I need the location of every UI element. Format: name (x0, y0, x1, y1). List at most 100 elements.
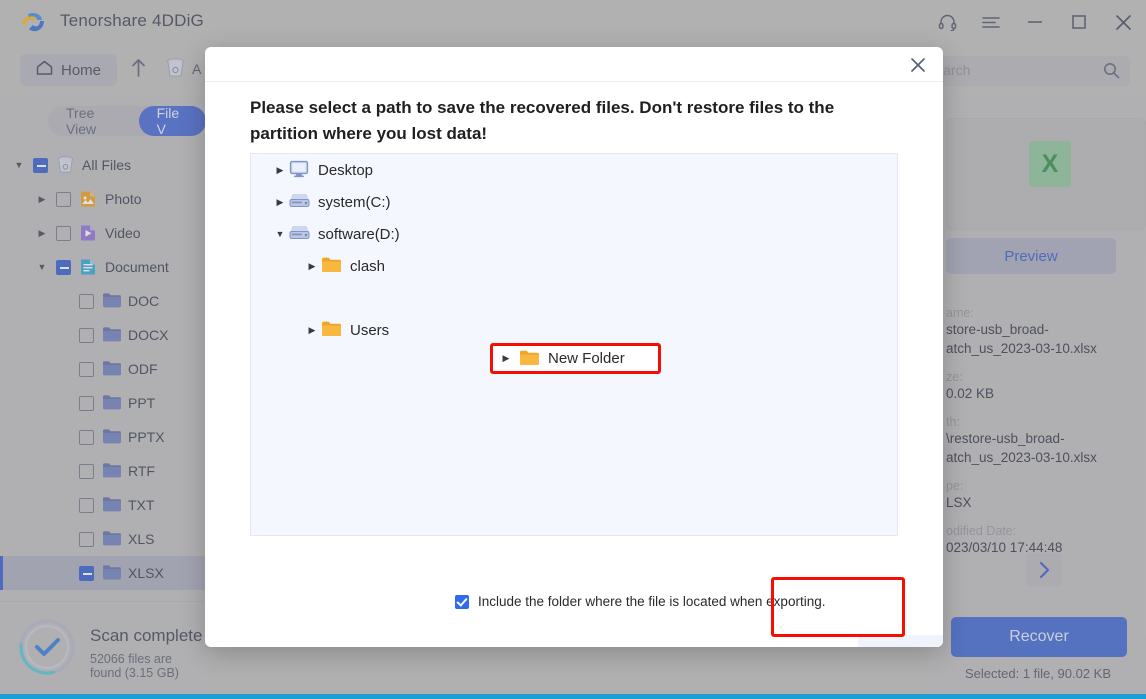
sidebar-item-label: XLS (128, 531, 155, 547)
sidebar-item-txt[interactable]: TXT (0, 488, 206, 522)
caret-down-icon[interactable]: ▼ (271, 229, 289, 239)
dialog-tree-item-software-d-[interactable]: ▼ software(D:) (251, 218, 897, 250)
close-icon[interactable] (1108, 7, 1138, 37)
caret-right-icon[interactable]: ▶ (271, 197, 289, 208)
recycle-bin-icon[interactable] (166, 58, 185, 83)
sidebar-item-all-files[interactable]: ▼ All Files (0, 148, 206, 182)
chevron-right-icon[interactable] (1026, 553, 1062, 587)
scan-status-subtitle: 52066 files are found (3.15 GB) (90, 652, 179, 680)
caret-right-icon[interactable]: ▶ (271, 165, 289, 176)
dialog-close-icon[interactable] (905, 53, 931, 77)
support-headset-icon[interactable] (932, 7, 962, 37)
caret-right-icon[interactable]: ▶ (303, 325, 321, 336)
folder-icon (321, 256, 345, 276)
metadata-value: LSX (946, 495, 972, 510)
caret-down-icon[interactable]: ▼ (35, 262, 49, 272)
sidebar-item-photo[interactable]: ▶ Photo (0, 182, 206, 216)
checkbox[interactable] (79, 565, 94, 581)
document-icon (79, 258, 99, 276)
caret-down-icon[interactable]: ▼ (12, 160, 26, 170)
sidebar-item-xls[interactable]: XLS (0, 522, 206, 556)
toolbar-truncated-label: A (192, 61, 202, 77)
sidebar-item-ppt[interactable]: PPT (0, 386, 206, 420)
selection-summary: Selected: 1 file, 90.02 KB (965, 666, 1111, 681)
checkbox[interactable] (79, 395, 94, 411)
checkbox[interactable] (79, 531, 94, 547)
checkbox[interactable] (79, 361, 94, 377)
metadata-value: 0.02 KB (946, 386, 995, 401)
checkbox[interactable] (79, 327, 94, 343)
home-button[interactable]: Home (20, 54, 118, 86)
dialog-header (205, 47, 943, 82)
window-controls (932, 6, 1138, 38)
include-folder-checkbox-row[interactable]: Include the folder where the file is loc… (455, 594, 825, 609)
sidebar-item-label: Document (105, 259, 169, 275)
folder-icon (519, 349, 543, 369)
sidebar-item-pptx[interactable]: PPTX (0, 420, 206, 454)
scan-complete-icon (18, 618, 76, 676)
dialog-tree-item-users[interactable]: ▶ Users (251, 314, 897, 346)
caret-right-icon[interactable]: ▶ (35, 228, 49, 239)
home-label: Home (61, 61, 102, 79)
sidebar-item-document[interactable]: ▼ Document (0, 250, 206, 284)
metadata-key: th: (946, 415, 960, 429)
include-folder-checkbox[interactable] (455, 594, 469, 609)
metadata-value: store-usb_broad-atch_us_2023-03-10.xlsx (946, 322, 1097, 356)
sidebar-item-label: ODF (128, 361, 158, 377)
sidebar-item-odf[interactable]: ODF (0, 352, 206, 386)
folder-icon (102, 462, 122, 480)
sidebar-item-video[interactable]: ▶ Video (0, 216, 206, 250)
drive-icon (289, 192, 313, 212)
sidebar-item-label: Video (105, 225, 141, 241)
checkbox[interactable] (33, 157, 48, 173)
view-tabs: Tree View File V (48, 105, 206, 137)
sidebar: Tree View File V ▼ All Files ▶ Photo ▶ Video ▼… (0, 94, 206, 601)
dialog-tree-item-system-c-[interactable]: ▶ system(C:) (251, 186, 897, 218)
sidebar-item-label: RTF (128, 463, 155, 479)
sidebar-item-label: Photo (105, 191, 142, 207)
dialog-tree-item-clash[interactable]: ▶ clash (251, 250, 897, 282)
metadata-key: ame: (946, 306, 974, 320)
bottom-accent-strip (0, 694, 1146, 699)
sidebar-item-rtf[interactable]: RTF (0, 454, 206, 488)
file-metadata-list: ame: store-usb_broad-atch_us_2023-03-10.x… (946, 294, 1146, 557)
checkbox[interactable] (56, 225, 71, 241)
dialog-tree-label: system(C:) (318, 193, 391, 211)
caret-right-icon[interactable]: ▶ (35, 194, 49, 205)
checkbox[interactable] (79, 293, 94, 309)
folder-icon (102, 564, 122, 582)
selected-folder-highlight[interactable]: ▶ New Folder (490, 343, 661, 374)
sidebar-item-doc[interactable]: DOC (0, 284, 206, 318)
checkbox[interactable] (56, 259, 71, 275)
search-icon[interactable] (1103, 62, 1120, 84)
photo-icon (79, 190, 99, 208)
minimize-icon[interactable] (1020, 7, 1050, 37)
dialog-tree-item-desktop[interactable]: ▶ Desktop (251, 154, 897, 186)
recover-button-highlight (771, 577, 905, 637)
metadata-key: ze: (946, 370, 963, 384)
metadata-key: pe: (946, 479, 964, 493)
tab-tree-view[interactable]: Tree View (48, 105, 139, 137)
sidebar-item-docx[interactable]: DOCX (0, 318, 206, 352)
tab-file-view[interactable]: File V (138, 105, 206, 137)
chevron-right-icon[interactable]: ▶ (493, 353, 519, 364)
dialog-tree-label: Desktop (318, 161, 374, 179)
caret-right-icon[interactable]: ▶ (303, 261, 321, 272)
metadata-value: \restore-usb_broad-atch_us_2023-03-10.xl… (946, 431, 1097, 465)
sidebar-item-xlsx[interactable]: XLSX (0, 556, 206, 590)
metadata-key: odified Date: (946, 524, 1017, 538)
sidebar-item-label: DOC (128, 293, 160, 309)
maximize-icon[interactable] (1064, 7, 1094, 37)
search-input[interactable]: Search (912, 56, 1130, 86)
checkbox[interactable] (79, 497, 94, 513)
arrow-up-icon[interactable] (131, 58, 146, 82)
recover-button[interactable]: Recover (951, 617, 1127, 657)
checkbox[interactable] (79, 463, 94, 479)
monitor-icon (289, 160, 313, 180)
checkbox[interactable] (79, 429, 94, 445)
sidebar-item-label: TXT (128, 497, 155, 513)
sidebar-item-label: All Files (82, 157, 132, 173)
preview-button[interactable]: Preview (946, 238, 1116, 274)
menu-icon[interactable] (976, 7, 1006, 37)
checkbox[interactable] (56, 191, 71, 207)
